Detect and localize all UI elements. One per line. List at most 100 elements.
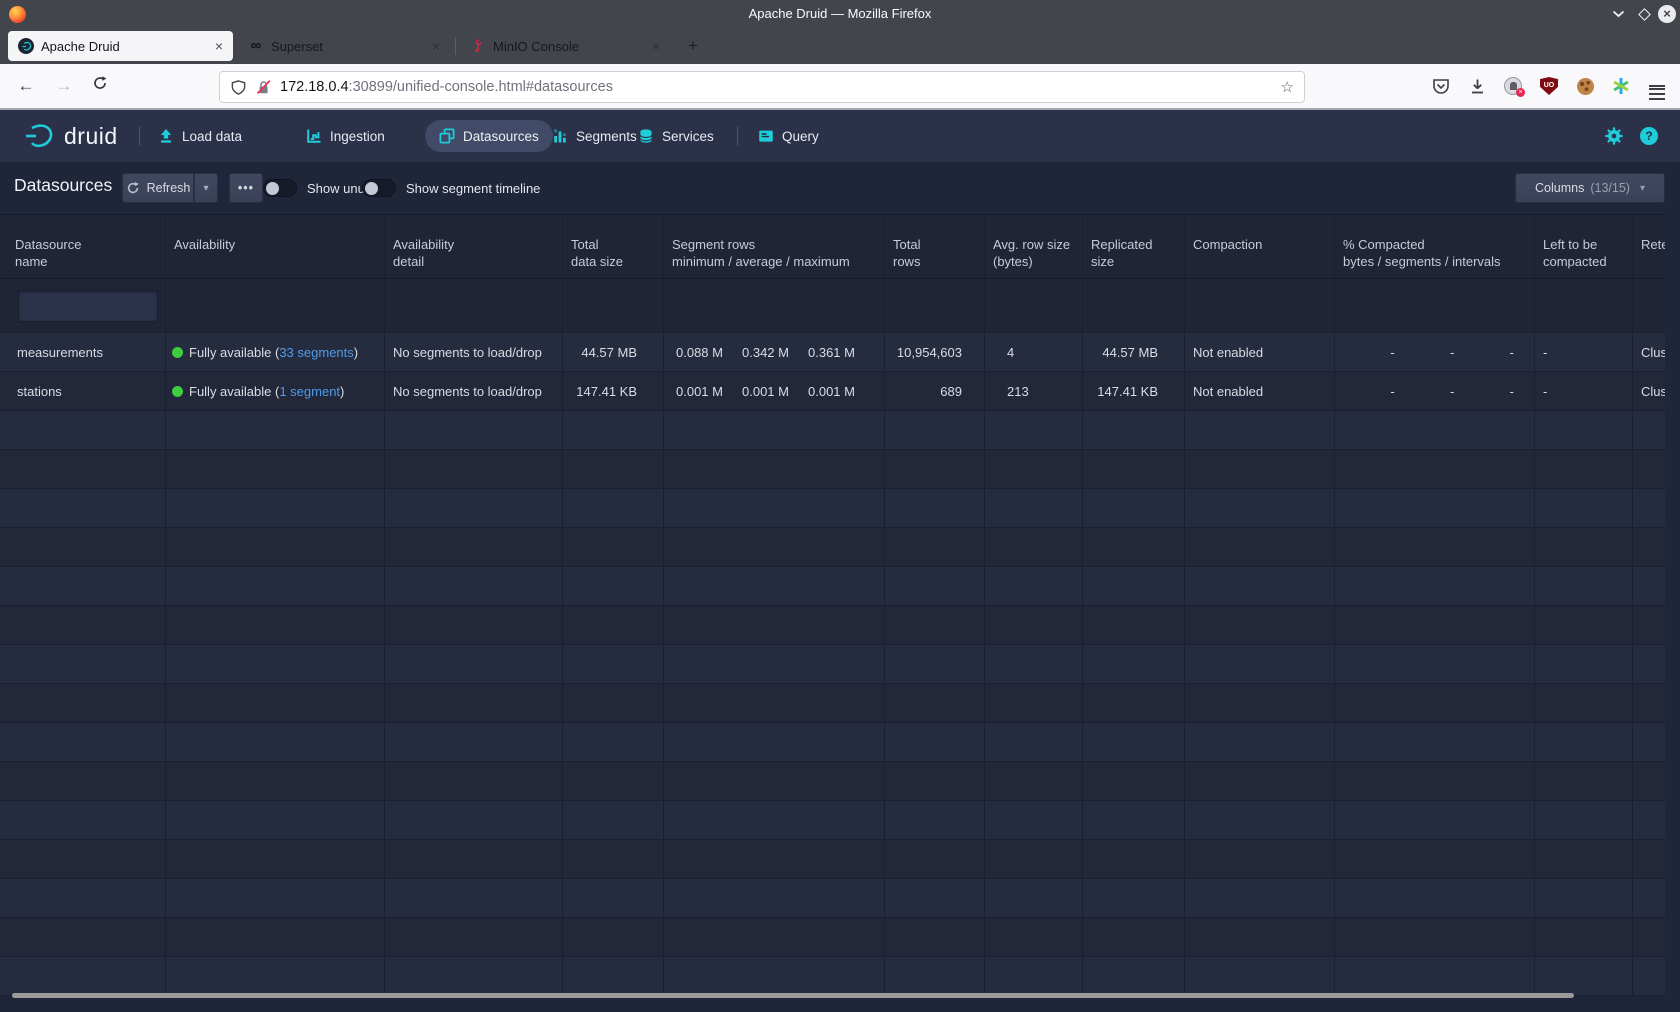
datasource-name-cell[interactable]: measurements xyxy=(0,333,166,371)
reload-icon xyxy=(92,75,108,91)
nav-item-services[interactable]: Services xyxy=(638,110,714,162)
pct-compacted-cell: --- xyxy=(1335,333,1535,371)
more-options-button[interactable]: ••• xyxy=(229,173,263,203)
table-cell xyxy=(664,840,885,878)
table-row-measurements[interactable]: measurements Fully available (33 segment… xyxy=(0,333,1665,372)
table-cell xyxy=(885,723,985,761)
column-header-availability[interactable]: Availability xyxy=(166,215,385,278)
page-header: Datasources Refresh ▾ ••• Show unused Sh… xyxy=(0,162,1680,214)
settings-button[interactable] xyxy=(1604,126,1624,151)
column-header-left-to-be-compacted[interactable]: Left to becompacted xyxy=(1535,215,1633,278)
column-header-avg-row-size[interactable]: Avg. row size(bytes) xyxy=(985,215,1083,278)
column-header-total-data-size[interactable]: Totaldata size xyxy=(563,215,664,278)
table-cell xyxy=(166,801,385,839)
table-cell xyxy=(985,840,1083,878)
table-cell xyxy=(1633,801,1665,839)
tab-superset[interactable]: ∞ Superset × xyxy=(238,31,450,61)
bookmark-star-icon[interactable]: ☆ xyxy=(1281,78,1294,96)
gear-icon xyxy=(1604,126,1624,146)
nav-item-ingestion[interactable]: Ingestion xyxy=(306,110,385,162)
column-header-replicated-size[interactable]: Replicatedsize xyxy=(1083,215,1185,278)
tab-close-icon[interactable]: × xyxy=(652,38,660,54)
tab-close-icon[interactable]: × xyxy=(432,38,440,54)
column-header-datasource-name[interactable]: Datasourcename xyxy=(0,215,166,278)
column-header-segment-rows[interactable]: Segment rowsminimum / average / maximum xyxy=(664,215,885,278)
table-cell xyxy=(166,450,385,488)
table-cell xyxy=(1185,762,1335,800)
table-cell xyxy=(664,450,885,488)
table-cell xyxy=(1633,723,1665,761)
ublock-origin-icon[interactable]: UO xyxy=(1538,75,1560,97)
table-cell xyxy=(385,645,563,683)
table-cell xyxy=(1185,723,1335,761)
show-unused-toggle[interactable] xyxy=(263,179,297,197)
shield-permissions-icon[interactable] xyxy=(230,79,247,96)
tab-apache-druid[interactable]: Apache Druid × xyxy=(8,31,233,61)
show-segment-timeline-toggle[interactable] xyxy=(362,179,396,197)
avg-row-size-cell: 213 xyxy=(985,372,1083,410)
insecure-lock-icon[interactable] xyxy=(255,79,272,96)
nav-item-segments[interactable]: Segments xyxy=(552,110,637,162)
url-bar[interactable]: 172.18.0.4:30899/unified-console.html#da… xyxy=(219,71,1305,103)
tab-title: MinIO Console xyxy=(493,39,644,54)
nav-item-load-data[interactable]: Load data xyxy=(158,110,242,162)
druid-logo[interactable]: druid xyxy=(24,110,118,162)
table-row-empty xyxy=(0,567,1665,606)
table-cell xyxy=(1633,762,1665,800)
window-maximize-button[interactable] xyxy=(1634,5,1654,23)
table-cell xyxy=(1535,840,1633,878)
retention-cell[interactable]: Clus xyxy=(1633,333,1665,371)
window-close-button[interactable]: × xyxy=(1657,5,1677,23)
table-row-stations[interactable]: stations Fully available (1 segment) No … xyxy=(0,372,1665,411)
horizontal-scrollbar[interactable] xyxy=(12,993,1574,998)
refresh-icon xyxy=(126,181,140,195)
nav-item-label: Segments xyxy=(576,129,637,144)
url-host: 172.18.0.4 xyxy=(280,79,349,95)
pocket-icon[interactable] xyxy=(1430,75,1452,97)
table-cell xyxy=(1335,801,1535,839)
table-cell xyxy=(1335,528,1535,566)
columns-button[interactable]: Columns (13/15) ▾ xyxy=(1515,173,1665,203)
tab-minio-console[interactable]: MinIO Console × xyxy=(460,31,670,61)
table-cell xyxy=(1535,957,1633,995)
table-cell xyxy=(1335,762,1535,800)
datasource-name-cell[interactable]: stations xyxy=(0,372,166,410)
refresh-button[interactable]: Refresh xyxy=(122,173,194,203)
segments-link[interactable]: 33 segments xyxy=(279,345,353,360)
table-row-empty xyxy=(0,645,1665,684)
table-cell xyxy=(1335,879,1535,917)
table-cell xyxy=(1633,840,1665,878)
column-header-availability-detail[interactable]: Availabilitydetail xyxy=(385,215,563,278)
table-cell xyxy=(385,606,563,644)
back-button[interactable]: ← xyxy=(12,72,40,100)
tab-close-icon[interactable]: × xyxy=(215,38,223,54)
nav-item-datasources[interactable]: Datasources xyxy=(425,120,553,152)
datasource-name-filter-input[interactable] xyxy=(18,290,158,322)
menu-icon[interactable] xyxy=(1646,75,1668,97)
column-header-compaction[interactable]: Compaction xyxy=(1185,215,1335,278)
column-header-total-rows[interactable]: Totalrows xyxy=(885,215,985,278)
columns-count: (13/15) xyxy=(1590,181,1630,195)
column-header-retention[interactable]: Retention xyxy=(1633,215,1665,278)
column-header-pct-compacted[interactable]: % Compactedbytes / segments / intervals xyxy=(1335,215,1535,278)
cookie-extension-icon[interactable] xyxy=(1574,75,1596,97)
help-button[interactable]: ? xyxy=(1640,127,1658,145)
table-cell xyxy=(385,567,563,605)
extension-profile-icon[interactable]: × xyxy=(1502,75,1524,97)
nav-item-query[interactable]: Query xyxy=(758,110,819,162)
table-cell xyxy=(664,918,885,956)
table-cell xyxy=(166,840,385,878)
table-cell xyxy=(985,645,1083,683)
colorful-asterisk-extension-icon[interactable] xyxy=(1610,75,1632,97)
table-cell xyxy=(1335,918,1535,956)
downloads-icon[interactable] xyxy=(1466,75,1488,97)
reload-button[interactable] xyxy=(86,72,114,100)
availability-detail-cell: No segments to load/drop xyxy=(385,372,563,410)
window-minimize-button[interactable] xyxy=(1608,5,1628,23)
segments-link[interactable]: 1 segment xyxy=(279,384,340,399)
new-tab-button[interactable]: + xyxy=(680,34,706,58)
table-cell xyxy=(563,567,664,605)
refresh-dropdown-button[interactable]: ▾ xyxy=(194,173,218,203)
table-cell xyxy=(1633,645,1665,683)
retention-cell[interactable]: Clus xyxy=(1633,372,1665,410)
